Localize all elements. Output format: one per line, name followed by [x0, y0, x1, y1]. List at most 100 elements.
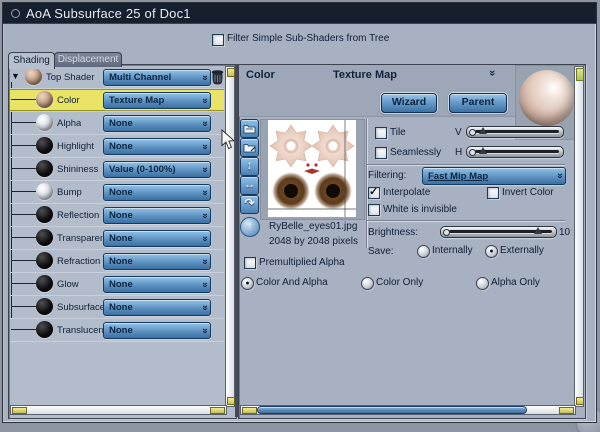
- channel-sphere-icon: [36, 160, 53, 177]
- channel-shader-dropdown[interactable]: None »: [103, 253, 211, 270]
- color-only-radio[interactable]: [361, 277, 374, 290]
- shader-editor-window: AoA Subsurface 25 of Doc1 Filter Simple …: [2, 2, 597, 423]
- invert-color-label: Invert Color: [502, 187, 554, 198]
- channel-shader-dropdown[interactable]: None »: [103, 322, 211, 339]
- tree-row: Highlight None »: [10, 135, 224, 158]
- flip-vertical-icon[interactable]: ↕: [240, 157, 259, 176]
- tree-vscroll-thumb[interactable]: [227, 68, 235, 77]
- tree-row: Subsurface Sc None »: [10, 296, 224, 319]
- separator: [367, 164, 565, 165]
- save-internally-label: Internally: [432, 245, 473, 256]
- tab-shading[interactable]: Shading: [8, 52, 55, 69]
- rotate-icon[interactable]: ↷: [240, 195, 259, 214]
- v-slider-label: V: [455, 127, 462, 138]
- tree-connector-line: [11, 145, 37, 146]
- white-invisible-checkbox[interactable]: [368, 204, 380, 216]
- detail-vscroll-thumb[interactable]: [576, 68, 584, 81]
- title-bar[interactable]: AoA Subsurface 25 of Doc1: [3, 3, 596, 24]
- tree-hscroll-right-cap[interactable]: [210, 407, 225, 414]
- channel-sphere-icon: [36, 298, 53, 315]
- tree-vertical-scrollbar[interactable]: [225, 66, 235, 407]
- channel-sphere-icon: [36, 321, 53, 338]
- channel-shader-dropdown[interactable]: None »: [103, 138, 211, 155]
- tree-row: Refraction None »: [10, 250, 224, 273]
- invert-color-checkbox[interactable]: [487, 187, 499, 199]
- chevron-down-icon: »: [199, 304, 211, 311]
- brightness-label: Brightness:: [368, 227, 419, 238]
- tree-connector-line: [11, 214, 37, 215]
- window-dot-icon[interactable]: [11, 9, 20, 18]
- filter-subshaders-checkbox[interactable]: [212, 34, 224, 46]
- seamlessly-checkbox[interactable]: [375, 147, 387, 159]
- save-internally-radio[interactable]: [417, 245, 430, 258]
- tree-row: Translucency None »: [10, 319, 224, 342]
- tile-checkbox[interactable]: [375, 127, 387, 139]
- chevron-down-icon[interactable]: »: [486, 70, 498, 76]
- tree-row: Bump None »: [10, 181, 224, 204]
- texture-dimensions: 2048 by 2048 pixels: [269, 236, 358, 247]
- detail-vertical-scrollbar[interactable]: [574, 66, 584, 407]
- color-only-label: Color Only: [376, 277, 424, 288]
- top-shader-sphere-icon: [25, 68, 42, 85]
- filtering-label: Filtering:: [368, 170, 407, 181]
- tree-horizontal-scrollbar[interactable]: [10, 405, 227, 415]
- interpolate-checkbox[interactable]: ✓: [368, 186, 380, 199]
- channel-label: Bump: [57, 187, 82, 198]
- channel-shader-dropdown[interactable]: None »: [103, 184, 211, 201]
- v-offset-slider[interactable]: [466, 126, 564, 138]
- channel-label: Refraction: [57, 256, 101, 267]
- tree-connector-line: [11, 122, 37, 123]
- channel-sphere-icon: [36, 91, 53, 108]
- save-externally-radio[interactable]: ●: [485, 245, 498, 258]
- parent-button[interactable]: Parent: [449, 93, 507, 113]
- filtering-dropdown[interactable]: Fast Mip Map »: [422, 167, 566, 185]
- detail-hscroll-right-cap[interactable]: [559, 407, 574, 414]
- tab-displacement[interactable]: Displacement: [54, 52, 122, 67]
- channel-sphere-icon: [36, 114, 53, 131]
- chevron-down-icon: »: [199, 120, 211, 127]
- premultiplied-alpha-checkbox[interactable]: [244, 257, 256, 269]
- chevron-down-icon: »: [199, 281, 211, 288]
- premultiplied-alpha-label: Premultiplied Alpha: [259, 257, 345, 268]
- interpolate-label: Interpolate: [383, 187, 431, 198]
- brightness-slider[interactable]: [440, 226, 557, 238]
- tree-connector-line: [11, 306, 37, 307]
- channel-sphere-icon: [36, 275, 53, 292]
- wizard-button[interactable]: Wizard: [381, 93, 437, 113]
- chevron-down-icon: »: [199, 258, 211, 265]
- detail-hscroll-left-cap[interactable]: [242, 407, 257, 414]
- channel-shader-dropdown[interactable]: None »: [103, 115, 211, 132]
- folder-edit-icon[interactable]: [240, 138, 259, 157]
- channel-label: Alpha: [57, 118, 82, 129]
- tile-label: Tile: [390, 127, 406, 138]
- h-offset-slider[interactable]: [466, 146, 564, 158]
- color-and-alpha-radio[interactable]: ●: [241, 277, 254, 290]
- detail-vscroll-cap[interactable]: [576, 397, 584, 405]
- up-arrow-icon[interactable]: ↑: [240, 217, 260, 237]
- alpha-only-radio[interactable]: [476, 277, 489, 290]
- top-shader-type-dropdown[interactable]: Multi Channel »: [103, 69, 211, 86]
- tree-hscroll-left-cap[interactable]: [12, 407, 27, 414]
- trash-icon[interactable]: [210, 69, 225, 85]
- tree-vscroll-cap[interactable]: [227, 397, 235, 405]
- shader-preview-sphere: [519, 70, 575, 126]
- expander-icon[interactable]: ▼: [11, 71, 20, 81]
- tree-row: Shininess Value (0-100%) »: [10, 158, 224, 181]
- detail-horizontal-scrollbar[interactable]: [240, 405, 576, 415]
- channel-shader-dropdown[interactable]: Texture Map »: [103, 92, 211, 109]
- channel-shader-dropdown[interactable]: Value (0-100%) »: [103, 161, 211, 178]
- open-folder-icon[interactable]: [240, 119, 259, 138]
- h-slider-label: H: [455, 147, 463, 158]
- texture-preview-image: [268, 120, 356, 217]
- channel-label: Highlight: [57, 141, 94, 152]
- channel-shader-dropdown[interactable]: None »: [103, 230, 211, 247]
- flip-horizontal-icon[interactable]: ↔: [240, 176, 259, 195]
- mouse-cursor: [221, 129, 235, 150]
- channel-shader-dropdown[interactable]: None »: [103, 276, 211, 293]
- tree-row-top-shader: ▼ Top Shader Multi Channel »: [10, 66, 224, 89]
- channel-sphere-icon: [36, 252, 53, 269]
- channel-shader-dropdown[interactable]: None »: [103, 299, 211, 316]
- channel-shader-dropdown[interactable]: None »: [103, 207, 211, 224]
- detail-hscroll-thumb[interactable]: [257, 406, 527, 414]
- separator: [367, 220, 565, 221]
